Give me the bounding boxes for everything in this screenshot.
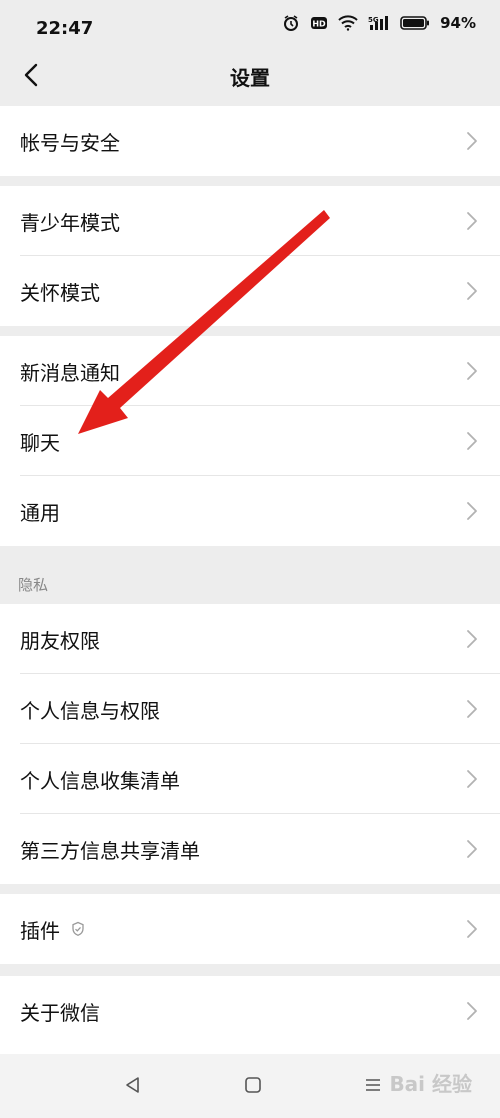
settings-item-notifications[interactable]: 新消息通知 <box>0 336 500 406</box>
chevron-right-icon <box>467 770 477 788</box>
plugin-icon <box>70 921 86 937</box>
settings-item-youth-mode[interactable]: 青少年模式 <box>0 186 500 256</box>
settings-item-label: 插件 <box>20 918 60 943</box>
settings-item-care-mode[interactable]: 关怀模式 <box>0 256 500 326</box>
settings-item-friend-permissions[interactable]: 朋友权限 <box>0 604 500 674</box>
wifi-icon <box>338 15 358 31</box>
status-bar: 22:47 HD 5G 94% <box>0 0 500 50</box>
settings-item-label: 关怀模式 <box>20 280 100 305</box>
chevron-right-icon <box>467 432 477 450</box>
menu-icon <box>366 1079 380 1091</box>
settings-item-label: 朋友权限 <box>20 628 100 653</box>
square-home-icon <box>245 1077 261 1093</box>
settings-item-label: 新消息通知 <box>20 360 120 385</box>
status-icons: HD 5G 94% <box>282 14 476 32</box>
watermark-text: Bai 经验 <box>389 1072 472 1096</box>
svg-text:HD: HD <box>312 20 326 29</box>
chevron-right-icon <box>467 630 477 648</box>
triangle-back-icon <box>126 1077 139 1093</box>
chevron-right-icon <box>467 502 477 520</box>
settings-group-modes: 青少年模式 关怀模式 <box>0 186 500 326</box>
alarm-icon <box>282 14 300 32</box>
settings-group-plugins: 插件 <box>0 894 500 964</box>
section-title-privacy: 隐私 <box>18 576 49 594</box>
chevron-right-icon <box>467 840 477 858</box>
settings-group-about: 关于微信 <box>0 976 500 1054</box>
settings-item-personal-info-permissions[interactable]: 个人信息与权限 <box>0 674 500 744</box>
chevron-right-icon <box>467 132 477 150</box>
chevron-right-icon <box>467 1002 477 1020</box>
system-menu-button[interactable] <box>360 1072 386 1098</box>
status-time: 22:47 <box>36 18 94 39</box>
settings-group-privacy: 朋友权限 个人信息与权限 个人信息收集清单 第三方信息共享清单 <box>0 604 500 884</box>
chevron-right-icon <box>467 212 477 230</box>
nav-bar: 设置 <box>0 50 500 104</box>
settings-item-label: 青少年模式 <box>20 210 120 235</box>
settings-item-label: 帐号与安全 <box>20 130 120 155</box>
settings-group-general: 新消息通知 聊天 通用 <box>0 336 500 546</box>
settings-item-about-wechat[interactable]: 关于微信 <box>0 976 500 1046</box>
chevron-right-icon <box>467 362 477 380</box>
settings-item-label: 聊天 <box>20 430 60 455</box>
chevron-right-icon <box>467 282 477 300</box>
settings-item-personal-info-collection[interactable]: 个人信息收集清单 <box>0 744 500 814</box>
settings-item-plugins[interactable]: 插件 <box>0 894 500 964</box>
settings-item-label: 通用 <box>20 500 60 525</box>
battery-icon <box>400 15 430 31</box>
settings-item-label: 个人信息收集清单 <box>20 768 180 793</box>
settings-group-account: 帐号与安全 <box>0 106 500 176</box>
system-home-button[interactable] <box>240 1072 266 1098</box>
settings-item-account-security[interactable]: 帐号与安全 <box>0 106 500 176</box>
page-title: 设置 <box>230 66 270 90</box>
settings-item-chat[interactable]: 聊天 <box>0 406 500 476</box>
settings-item-label: 个人信息与权限 <box>20 698 160 723</box>
hd-icon: HD <box>310 15 328 31</box>
signal-5g-icon: 5G <box>368 15 390 31</box>
chevron-right-icon <box>467 920 477 938</box>
chevron-right-icon <box>467 700 477 718</box>
battery-percent: 94% <box>440 14 476 32</box>
system-back-button[interactable] <box>120 1072 146 1098</box>
settings-item-label: 关于微信 <box>20 1000 100 1025</box>
settings-item-general[interactable]: 通用 <box>0 476 500 546</box>
settings-item-third-party-sharing[interactable]: 第三方信息共享清单 <box>0 814 500 884</box>
settings-item-label: 第三方信息共享清单 <box>20 838 200 863</box>
